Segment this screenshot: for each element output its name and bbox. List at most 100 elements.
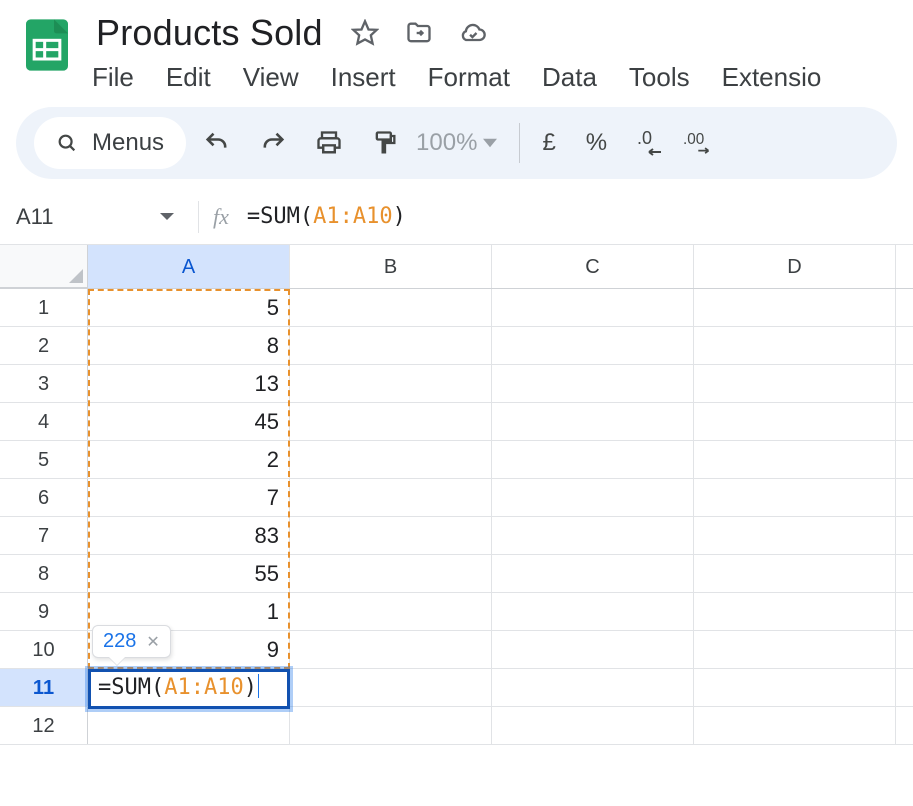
cell-c11[interactable] <box>492 669 694 706</box>
row-header[interactable]: 2 <box>0 327 88 364</box>
close-icon[interactable]: ✕ <box>146 632 159 652</box>
cell-b4[interactable] <box>290 403 492 440</box>
decrease-decimal-button[interactable]: .0 <box>635 126 669 160</box>
cell-c1[interactable] <box>492 289 694 326</box>
menu-tools[interactable]: Tools <box>629 62 690 93</box>
select-all-corner[interactable] <box>0 245 88 288</box>
print-button[interactable] <box>312 126 346 160</box>
cell-b7[interactable] <box>290 517 492 554</box>
cell-d11[interactable] <box>694 669 896 706</box>
cell-c9[interactable] <box>492 593 694 630</box>
cell-a8[interactable]: 55 <box>88 555 290 592</box>
zoom-value: 100% <box>416 129 477 157</box>
row-header[interactable]: 7 <box>0 517 88 554</box>
star-icon[interactable] <box>351 19 379 47</box>
cell-c2[interactable] <box>492 327 694 364</box>
cell-c7[interactable] <box>492 517 694 554</box>
row-header[interactable]: 6 <box>0 479 88 516</box>
cell-c4[interactable] <box>492 403 694 440</box>
formula-input[interactable]: =SUM(A1:A10) <box>247 204 406 229</box>
move-to-folder-icon[interactable] <box>405 19 433 47</box>
increase-decimal-button[interactable]: .00 <box>683 126 717 160</box>
cell-b5[interactable] <box>290 441 492 478</box>
row-header[interactable]: 3 <box>0 365 88 402</box>
fx-icon: fx <box>213 204 229 230</box>
percent-format-button[interactable]: % <box>586 129 607 157</box>
cell-c5[interactable] <box>492 441 694 478</box>
cell-d12[interactable] <box>694 707 896 744</box>
cell-d6[interactable] <box>694 479 896 516</box>
cell-c3[interactable] <box>492 365 694 402</box>
cell-b10[interactable] <box>290 631 492 668</box>
cell-a11-editing[interactable]: =SUM(A1:A10) <box>88 669 290 706</box>
cell-a6[interactable]: 7 <box>88 479 290 516</box>
row-header[interactable]: 1 <box>0 289 88 326</box>
undo-button[interactable] <box>200 126 234 160</box>
cell-d10[interactable] <box>694 631 896 668</box>
menu-data[interactable]: Data <box>542 62 597 93</box>
cell-d5[interactable] <box>694 441 896 478</box>
cell-a1[interactable]: 5 <box>88 289 290 326</box>
cloud-status-icon[interactable] <box>459 19 487 47</box>
cell-b3[interactable] <box>290 365 492 402</box>
spreadsheet-grid[interactable]: A B C D 15 28 313 445 52 67 783 855 91 1… <box>0 245 913 745</box>
zoom-dropdown[interactable]: 100% <box>416 129 497 157</box>
cell-b6[interactable] <box>290 479 492 516</box>
cell-b2[interactable] <box>290 327 492 364</box>
cell-b9[interactable] <box>290 593 492 630</box>
cell-b12[interactable] <box>290 707 492 744</box>
cell-b1[interactable] <box>290 289 492 326</box>
row-header[interactable]: 8 <box>0 555 88 592</box>
menu-format[interactable]: Format <box>428 62 510 93</box>
row-header[interactable]: 5 <box>0 441 88 478</box>
row-header[interactable]: 12 <box>0 707 88 744</box>
document-title[interactable]: Products Sold <box>92 10 327 56</box>
cell-a2[interactable]: 8 <box>88 327 290 364</box>
cell-a12[interactable] <box>88 707 290 744</box>
row-header[interactable]: 4 <box>0 403 88 440</box>
column-header-c[interactable]: C <box>492 245 694 288</box>
cell-a3[interactable]: 13 <box>88 365 290 402</box>
cell-b8[interactable] <box>290 555 492 592</box>
cell-d7[interactable] <box>694 517 896 554</box>
row-header[interactable]: 10 <box>0 631 88 668</box>
menu-view[interactable]: View <box>243 62 299 93</box>
menu-edit[interactable]: Edit <box>166 62 211 93</box>
text-cursor <box>258 674 260 698</box>
name-box[interactable]: A11 <box>16 204 184 230</box>
cell-a7[interactable]: 83 <box>88 517 290 554</box>
cell-d3[interactable] <box>694 365 896 402</box>
sheets-icon <box>19 17 75 73</box>
chevron-down-icon <box>160 213 174 220</box>
menu-file[interactable]: File <box>92 62 134 93</box>
toolbar-separator <box>519 123 520 163</box>
menu-insert[interactable]: Insert <box>331 62 396 93</box>
currency-format-button[interactable]: £ <box>542 129 555 157</box>
menus-search[interactable]: Menus <box>34 117 186 169</box>
column-header-b[interactable]: B <box>290 245 492 288</box>
cell-d1[interactable] <box>694 289 896 326</box>
cell-d8[interactable] <box>694 555 896 592</box>
row-header[interactable]: 11 <box>0 669 88 706</box>
redo-button[interactable] <box>256 126 290 160</box>
cell-a4[interactable]: 45 <box>88 403 290 440</box>
cell-d2[interactable] <box>694 327 896 364</box>
search-icon <box>56 132 78 154</box>
editing-suffix: ) <box>244 675 257 700</box>
cell-d9[interactable] <box>694 593 896 630</box>
sheets-logo[interactable] <box>16 14 78 76</box>
column-header-a[interactable]: A <box>88 245 290 288</box>
column-header-d[interactable]: D <box>694 245 896 288</box>
cell-c6[interactable] <box>492 479 694 516</box>
cell-c12[interactable] <box>492 707 694 744</box>
cell-c10[interactable] <box>492 631 694 668</box>
tooltip-value: 228 <box>103 630 136 653</box>
row-header[interactable]: 9 <box>0 593 88 630</box>
cell-a5[interactable]: 2 <box>88 441 290 478</box>
cell-d4[interactable] <box>694 403 896 440</box>
menu-extensions[interactable]: Extensio <box>722 62 822 93</box>
cell-b11[interactable] <box>290 669 492 706</box>
paint-format-button[interactable] <box>368 126 402 160</box>
app-header: Products Sold File Edit View Insert Form… <box>0 0 913 93</box>
cell-c8[interactable] <box>492 555 694 592</box>
